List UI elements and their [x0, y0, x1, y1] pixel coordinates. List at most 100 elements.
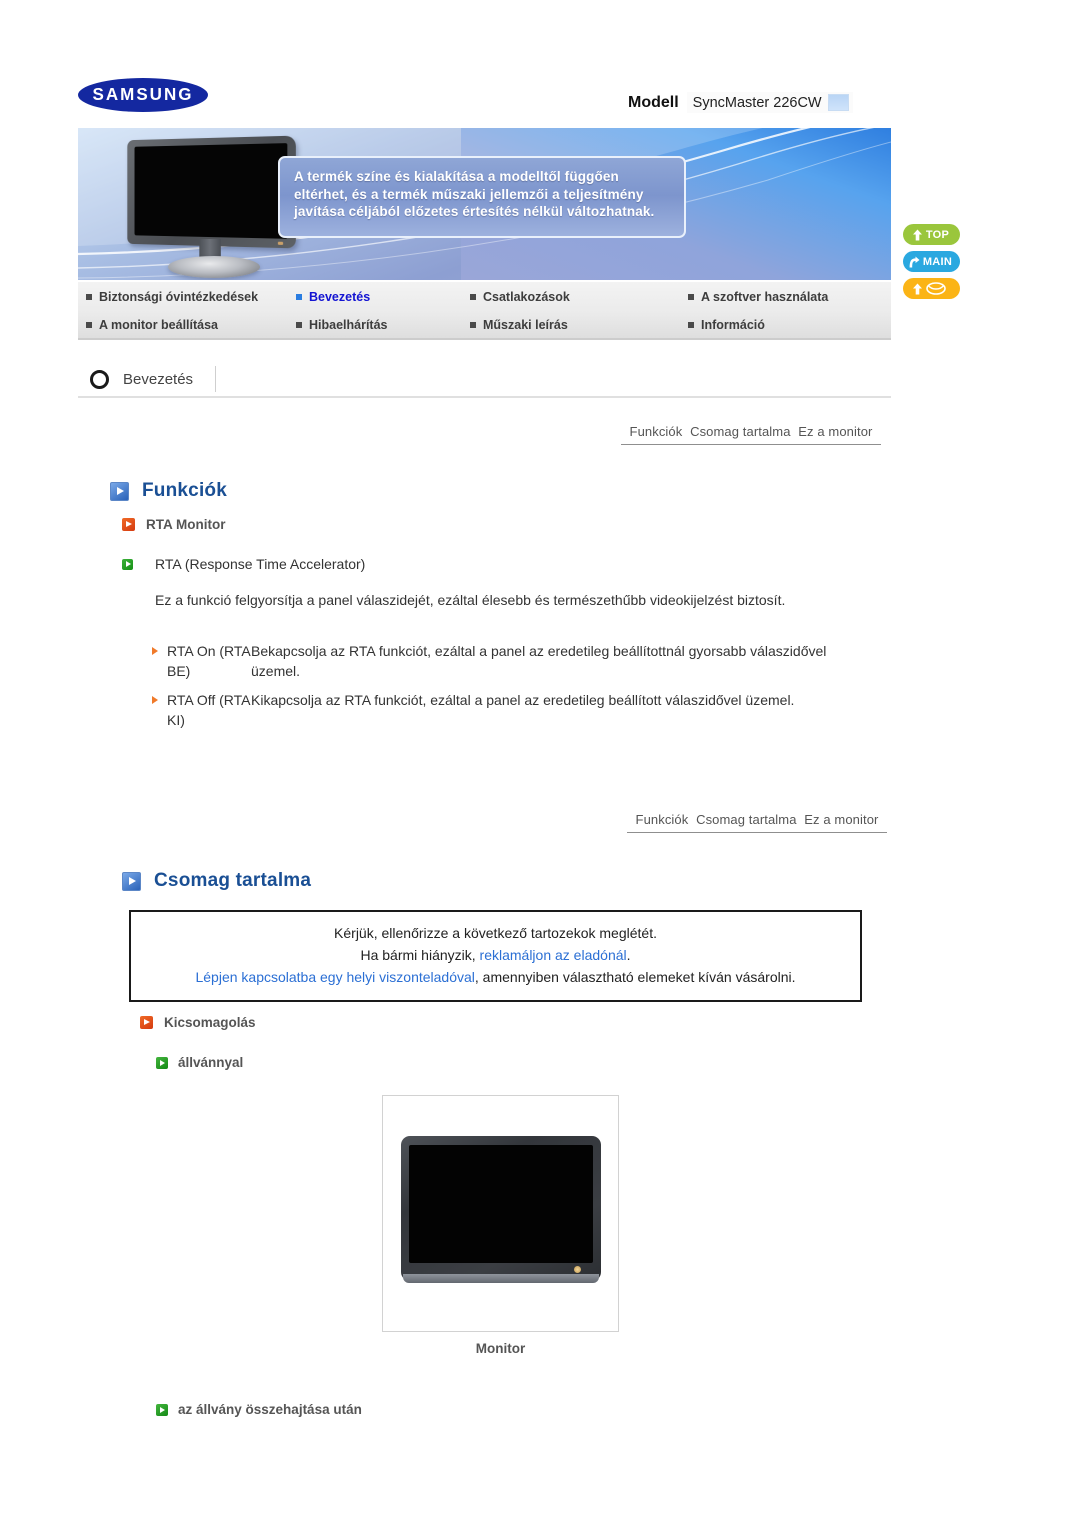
nav-item-biztonsagi-ovintezkedesek[interactable]: Biztonsági óvintézkedések — [86, 290, 258, 304]
nav-item-label: Bevezetés — [309, 290, 370, 304]
heading-rta-monitor: RTA Monitor — [122, 517, 225, 532]
nav-item-label: A monitor beállítása — [99, 318, 218, 332]
subnav-link-ez-a-monitor[interactable]: Ez a monitor — [804, 812, 878, 827]
arrow-right-bullet-icon — [152, 647, 158, 655]
package-notice-box: Kérjük, ellenőrizze a következő tartozek… — [129, 910, 862, 1002]
rta-description: Ez a funkció felgyorsítja a panel válasz… — [155, 590, 815, 611]
monitor-power-led-icon — [574, 1266, 581, 1273]
nav-item-a-szoftver-hasznalata[interactable]: A szoftver használata — [688, 290, 828, 304]
heading-osszehajtas: az állvány összehajtása után — [156, 1402, 362, 1417]
play-green-icon — [156, 1404, 168, 1416]
nav-item-hibaelharitas[interactable]: Hibaelhárítás — [296, 318, 388, 332]
nav-item-label: Műszaki leírás — [483, 318, 568, 332]
subnav-funkciok: Funkciók Csomag tartalma Ez a monitor — [621, 424, 881, 445]
rta-option-row: RTA On (RTA BE) Bekapcsolja az RTA funkc… — [152, 641, 842, 681]
bullet-square-icon — [470, 294, 476, 300]
notice-link-reklamaljon[interactable]: reklamáljon az eladónál — [480, 947, 627, 963]
heading-allvannyal: állvánnyal — [156, 1055, 243, 1070]
rta-option-value: Bekapcsolja az RTA funkciót, ezáltal a p… — [251, 641, 842, 681]
samsung-logo-ellipse: SAMSUNG — [78, 78, 208, 112]
samsung-logo-text: SAMSUNG — [93, 85, 194, 106]
model-color-swatch-icon — [828, 94, 849, 111]
main-button[interactable]: MAIN — [903, 251, 960, 272]
mail-top-button[interactable] — [903, 278, 960, 299]
nav-item-label: Hibaelhárítás — [309, 318, 388, 332]
rta-option-list: RTA On (RTA BE) Bekapcsolja az RTA funkc… — [152, 641, 842, 739]
subnav-csomag: Funkciók Csomag tartalma Ez a monitor — [627, 812, 887, 833]
heading-allvannyal-label: állvánnyal — [178, 1055, 243, 1070]
top-button[interactable]: TOP — [903, 224, 960, 245]
model-line: Modell SyncMaster 226CW — [628, 92, 853, 113]
nav-item-label: A szoftver használata — [701, 290, 828, 304]
bullet-square-icon — [296, 294, 302, 300]
model-value-box: SyncMaster 226CW — [687, 92, 853, 113]
notice-line-3: Lépjen kapcsolatba egy helyi viszontelad… — [143, 966, 848, 988]
bullet-square-icon — [296, 322, 302, 328]
heading-funkciok: Funkciók — [110, 480, 227, 502]
rta-accelerator-label: RTA (Response Time Accelerator) — [155, 556, 365, 572]
bullet-square-icon — [688, 294, 694, 300]
nav-item-informacio[interactable]: Információ — [688, 318, 765, 332]
monitor-image-box — [382, 1095, 619, 1332]
arrow-branch-icon — [909, 256, 920, 268]
rta-accelerator-title: RTA (Response Time Accelerator) — [122, 556, 365, 572]
hero-banner: A termék színe és kialakítása a modelltő… — [78, 128, 891, 280]
arrow-up-icon — [912, 283, 923, 295]
notice-link-viszontelado[interactable]: Lépjen kapcsolatba egy helyi viszontelad… — [195, 969, 474, 985]
nav-item-bevezetes[interactable]: Bevezetés — [296, 290, 370, 304]
banner-monitor-base — [168, 256, 260, 278]
nav-item-muszaki-leiras[interactable]: Műszaki leírás — [470, 318, 568, 332]
subnav-link-funkciok[interactable]: Funkciók — [636, 812, 689, 827]
arrow-right-bullet-icon — [152, 696, 158, 704]
rta-option-value: Kikapcsolja az RTA funkciót, ezáltal a p… — [251, 690, 842, 710]
page-title: Bevezetés — [123, 371, 193, 388]
subnav-link-funkciok[interactable]: Funkciók — [630, 424, 683, 439]
nav-item-label: Csatlakozások — [483, 290, 570, 304]
arrow-up-icon — [912, 229, 923, 241]
notice-line-3-suffix: , amennyiben választható elemeket kíván … — [475, 969, 796, 985]
ring-icon — [90, 370, 109, 389]
play-blue-icon — [110, 482, 129, 501]
heading-kicsomagolas: Kicsomagolás — [140, 1015, 256, 1030]
nav-row-1: Biztonsági óvintézkedések Bevezetés Csat… — [78, 282, 891, 311]
section-header-bar: Bevezetés — [78, 362, 891, 398]
play-blue-icon — [122, 872, 141, 891]
banner-monitor-bezel — [127, 136, 296, 249]
nav-item-a-monitor-beallitasa[interactable]: A monitor beállítása — [86, 318, 218, 332]
play-red-icon — [140, 1016, 153, 1029]
side-button-group: TOP MAIN — [903, 224, 960, 299]
heading-osszehajtas-label: az állvány összehajtása után — [178, 1402, 362, 1417]
subnav-link-csomag-tartalma[interactable]: Csomag tartalma — [696, 812, 796, 827]
rta-option-row: RTA Off (RTA KI) Kikapcsolja az RTA funk… — [152, 690, 842, 730]
play-green-icon — [122, 559, 133, 570]
banner-monitor-led-icon — [278, 242, 283, 245]
main-button-label: MAIN — [923, 256, 952, 268]
play-red-icon — [122, 518, 135, 531]
banner-notice: A termék színe és kialakítása a modelltő… — [278, 156, 686, 238]
bullet-square-icon — [688, 322, 694, 328]
banner-monitor-screen — [135, 143, 288, 239]
mail-envelope-icon — [926, 282, 946, 295]
play-green-icon — [156, 1057, 168, 1069]
model-value: SyncMaster 226CW — [693, 95, 822, 111]
monitor-foot — [403, 1274, 599, 1283]
nav-item-csatlakozasok[interactable]: Csatlakozások — [470, 290, 570, 304]
monitor-image-caption: Monitor — [382, 1341, 619, 1356]
notice-line-2: Ha bármi hiányzik, reklamáljon az eladón… — [143, 944, 848, 966]
monitor-screen — [409, 1145, 593, 1263]
heading-csomag-tartalma: Csomag tartalma — [122, 870, 311, 892]
rta-option-key: RTA On (RTA BE) — [167, 641, 251, 681]
top-button-label: TOP — [926, 229, 949, 241]
heading-kicsomagolas-label: Kicsomagolás — [164, 1015, 256, 1030]
banner-notice-text: A termék színe és kialakítása a modelltő… — [294, 168, 670, 221]
notice-line-2-prefix: Ha bármi hiányzik, — [360, 947, 479, 963]
subnav-link-ez-a-monitor[interactable]: Ez a monitor — [798, 424, 872, 439]
heading-funkciok-label: Funkciók — [142, 480, 227, 502]
heading-csomag-tartalma-label: Csomag tartalma — [154, 870, 311, 892]
bullet-square-icon — [86, 322, 92, 328]
divider — [215, 366, 216, 392]
subnav-link-csomag-tartalma[interactable]: Csomag tartalma — [690, 424, 790, 439]
samsung-logo: SAMSUNG — [78, 78, 208, 112]
heading-rta-monitor-label: RTA Monitor — [146, 517, 225, 532]
notice-line-1: Kérjük, ellenőrizze a következő tartozek… — [143, 922, 848, 944]
